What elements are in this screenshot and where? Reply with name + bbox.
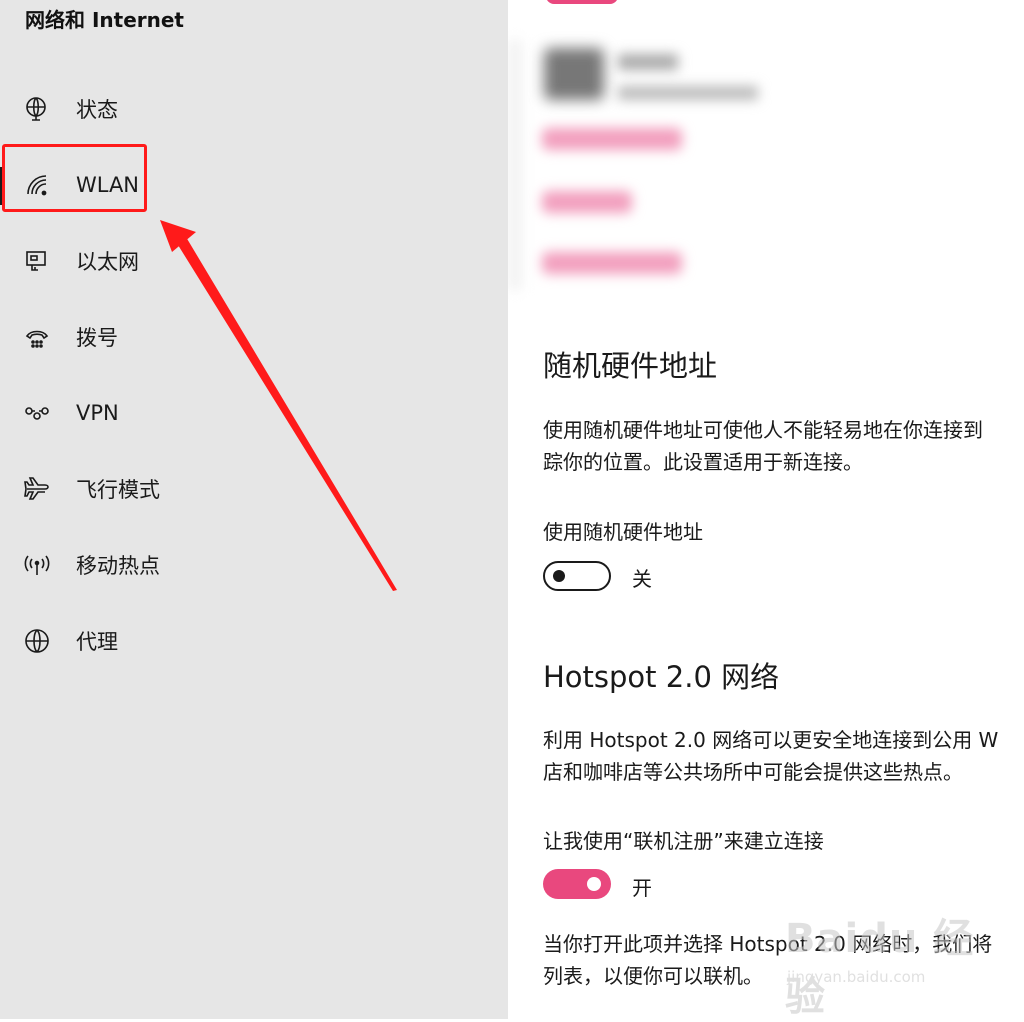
sidebar-item-label: 移动热点: [76, 554, 160, 578]
blurred-icon: [544, 48, 604, 100]
sidebar: 网络和 Internet 状态 WLAN 以太网 拨号 VPN 飞行模式 移动热…: [0, 0, 508, 1019]
annotation-highlight-box: [2, 144, 147, 212]
blurred-network-info: [508, 0, 1024, 300]
blurred-link[interactable]: [542, 128, 682, 150]
sidebar-item-label: VPN: [76, 401, 119, 425]
blurred-link[interactable]: [542, 191, 632, 213]
sidebar-item-vpn[interactable]: VPN: [0, 383, 508, 443]
sidebar-item-label: 以太网: [76, 250, 139, 274]
blur-edge: [508, 40, 522, 290]
sidebar-item-proxy[interactable]: 代理: [0, 611, 508, 671]
random-mac-description-line1: 使用随机硬件地址可使他人不能轻易地在你连接到: [543, 418, 983, 442]
dialup-phone-icon: [24, 324, 50, 350]
random-mac-toggle[interactable]: [543, 561, 611, 591]
toggle-knob: [587, 877, 601, 891]
hotspot-toggle-state: 开: [632, 876, 652, 900]
sidebar-title: 网络和 Internet: [25, 8, 184, 32]
toggle-knob: [553, 570, 565, 582]
random-mac-description-line2: 踪你的位置。此设置适用于新连接。: [543, 450, 863, 474]
sidebar-item-label: 飞行模式: [76, 478, 160, 502]
sidebar-item-ethernet[interactable]: 以太网: [0, 231, 508, 291]
hotspot-icon: [24, 552, 50, 578]
hotspot-toggle-label: 让我使用“联机注册”来建立连接: [543, 829, 824, 853]
sidebar-item-status[interactable]: 状态: [0, 79, 508, 139]
airplane-icon: [24, 476, 50, 502]
globe-proxy-icon: [24, 628, 50, 654]
main-pane: 随机硬件地址 使用随机硬件地址可使他人不能轻易地在你连接到 踪你的位置。此设置适…: [508, 0, 1024, 1019]
hotspot-toggle[interactable]: [543, 869, 611, 899]
hotspot-description-line1: 利用 Hotspot 2.0 网络可以更安全地连接到公用 W: [543, 728, 999, 752]
sidebar-item-label: 状态: [76, 98, 118, 122]
watermark-url: jingyan.baidu.com: [787, 968, 926, 986]
hotspot-description-line2: 店和咖啡店等公共场所中可能会提供这些热点。: [543, 760, 963, 784]
blurred-text: [618, 54, 678, 70]
blurred-text: [618, 86, 758, 100]
ethernet-icon: [24, 248, 50, 274]
watermark-logo: Baidu 经验: [785, 916, 975, 1020]
random-mac-heading: 随机硬件地址: [543, 349, 718, 383]
hotspot-heading: Hotspot 2.0 网络: [543, 660, 780, 694]
random-mac-toggle-state: 关: [632, 567, 652, 591]
blurred-link[interactable]: [542, 252, 682, 274]
sidebar-item-dialup[interactable]: 拨号: [0, 307, 508, 367]
vpn-icon: [24, 400, 50, 426]
sidebar-item-label: 代理: [76, 630, 118, 654]
sidebar-item-airplane[interactable]: 飞行模式: [0, 459, 508, 519]
random-mac-toggle-label: 使用随机硬件地址: [543, 520, 703, 544]
sidebar-item-label: 拨号: [76, 326, 118, 350]
accent-button-partial: [546, 0, 618, 4]
baidu-watermark: Baidu 经验 jingyan.baidu.com: [785, 906, 1015, 1020]
globe-status-icon: [24, 96, 50, 122]
hotspot-note-line2: 列表，以便你可以联机。: [543, 964, 763, 988]
sidebar-item-hotspot[interactable]: 移动热点: [0, 535, 508, 595]
